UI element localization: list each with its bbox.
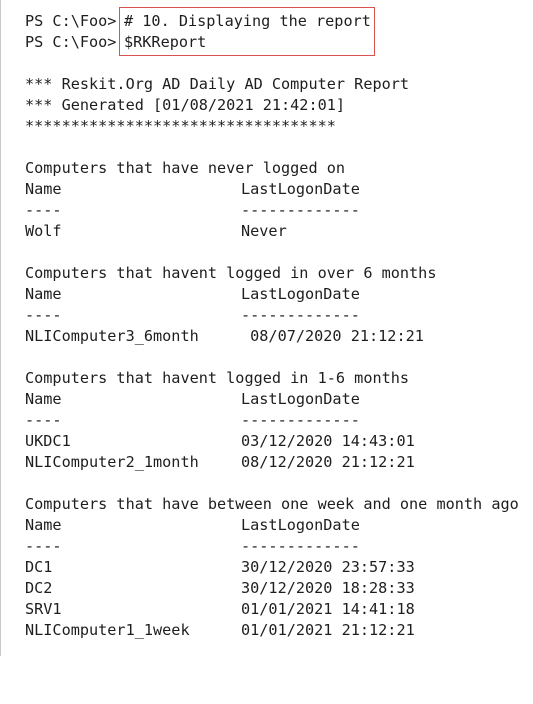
table-header: Name LastLogonDate: [0, 389, 533, 410]
separator-date: -------------: [241, 306, 360, 324]
last-logon-date: 03/12/2020 14:43:01: [241, 432, 415, 450]
report-title: *** Reskit.Org AD Daily AD Computer Repo…: [25, 75, 410, 93]
computer-name: SRV1: [25, 600, 62, 618]
computer-name: UKDC1: [25, 432, 71, 450]
last-logon-date: 30/12/2020 23:57:33: [241, 558, 415, 576]
command-comment: # 10. Displaying the report: [124, 12, 371, 30]
table-header: Name LastLogonDate: [0, 284, 533, 305]
report-title-line: *** Reskit.Org AD Daily AD Computer Repo…: [0, 74, 533, 95]
separator-name: ----: [25, 537, 62, 555]
prompt: PS C:\Foo>: [25, 33, 117, 51]
prompt-line-1: PS C:\Foo> # 10. Displaying the report: [0, 11, 533, 32]
prompt: PS C:\Foo>: [25, 12, 117, 30]
table-row: Wolf Never: [0, 221, 533, 242]
table-row: NLIComputer1_1week 01/01/2021 21:12:21: [0, 620, 533, 641]
last-logon-date: 08/12/2020 21:12:21: [241, 453, 415, 471]
powershell-console[interactable]: PS C:\Foo> # 10. Displaying the report P…: [0, 0, 533, 656]
separator-name: ----: [25, 306, 62, 324]
section-title: Computers that have never logged on: [0, 158, 533, 179]
last-logon-date: 01/01/2021 14:41:18: [241, 600, 415, 618]
report-generated-line: *** Generated [01/08/2021 21:42:01]: [0, 95, 533, 116]
section-title: Computers that have between one week and…: [0, 494, 533, 515]
table-separator: ---- -------------: [0, 410, 533, 431]
table-row: DC2 30/12/2020 18:28:33: [0, 578, 533, 599]
column-header-date: LastLogonDate: [241, 285, 360, 303]
last-logon-date: 08/07/2020 21:12:21: [241, 327, 424, 345]
last-logon-date: 30/12/2020 18:28:33: [241, 579, 415, 597]
column-header-name: Name: [25, 180, 62, 198]
table-header: Name LastLogonDate: [0, 179, 533, 200]
section-title: Computers that havent logged in 1-6 mont…: [0, 368, 533, 389]
table-header: Name LastLogonDate: [0, 515, 533, 536]
report-generated: *** Generated [01/08/2021 21:42:01]: [25, 96, 346, 114]
table-row: DC1 30/12/2020 23:57:33: [0, 557, 533, 578]
separator-name: ----: [25, 411, 62, 429]
column-header-name: Name: [25, 285, 62, 303]
report-stars: **********************************: [25, 117, 336, 135]
column-header-date: LastLogonDate: [241, 390, 360, 408]
column-header-name: Name: [25, 390, 62, 408]
separator-date: -------------: [241, 537, 360, 555]
table-separator: ---- -------------: [0, 305, 533, 326]
table-separator: ---- -------------: [0, 536, 533, 557]
table-row: NLIComputer2_1month 08/12/2020 21:12:21: [0, 452, 533, 473]
table-row: SRV1 01/01/2021 14:41:18: [0, 599, 533, 620]
column-header-date: LastLogonDate: [241, 180, 360, 198]
separator-date: -------------: [241, 201, 360, 219]
column-header-date: LastLogonDate: [241, 516, 360, 534]
last-logon-date: 01/01/2021 21:12:21: [241, 621, 415, 639]
separator-name: ----: [25, 201, 62, 219]
table-row: NLIComputer3_6month 08/07/2020 21:12:21: [0, 326, 533, 347]
last-logon-date: Never: [241, 222, 287, 240]
section-title-text: Computers that have between one week and…: [25, 495, 519, 513]
table-row: UKDC1 03/12/2020 14:43:01: [0, 431, 533, 452]
computer-name: NLIComputer3_6month: [25, 327, 199, 345]
computer-name: NLIComputer2_1month: [25, 453, 199, 471]
section-title-text: Computers that havent logged in over 6 m…: [25, 264, 437, 282]
report-stars-line: **********************************: [0, 116, 533, 137]
computer-name: NLIComputer1_1week: [25, 621, 190, 639]
table-separator: ---- -------------: [0, 200, 533, 221]
prompt-line-2: PS C:\Foo> $RKReport: [0, 32, 533, 53]
separator-date: -------------: [241, 411, 360, 429]
section-title-text: Computers that have never logged on: [25, 159, 346, 177]
computer-name: DC1: [25, 558, 53, 576]
command-input[interactable]: $RKReport: [124, 32, 206, 53]
computer-name: DC2: [25, 579, 53, 597]
column-header-name: Name: [25, 516, 62, 534]
computer-name: Wolf: [25, 222, 62, 240]
section-title: Computers that havent logged in over 6 m…: [0, 263, 533, 284]
section-title-text: Computers that havent logged in 1-6 mont…: [25, 369, 410, 387]
